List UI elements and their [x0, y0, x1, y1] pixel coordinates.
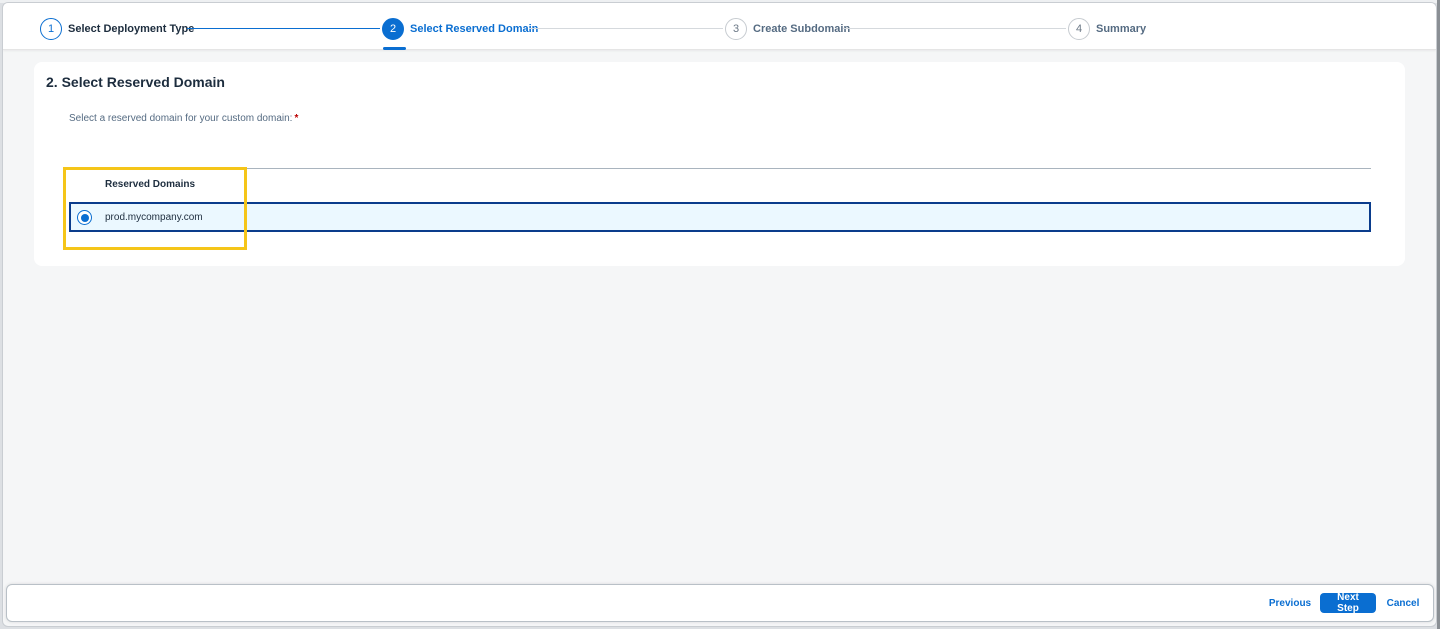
step-4-number: 4	[1068, 18, 1090, 40]
step-1-number: 1	[40, 18, 62, 40]
step-content-card: 2. Select Reserved Domain Select a reser…	[34, 62, 1405, 266]
step-4-label: Summary	[1096, 23, 1147, 35]
radio-selected-dot	[80, 213, 89, 222]
step-connector-3	[843, 28, 1066, 29]
wizard-progress-bar: 1 Select Deployment Type 2 Select Reserv…	[3, 3, 1436, 50]
next-step-button[interactable]: Next Step	[1320, 592, 1376, 614]
previous-button[interactable]: Previous	[1267, 593, 1313, 613]
cancel-button[interactable]: Cancel	[1383, 593, 1423, 613]
wizard-dialog: 1 Select Deployment Type 2 Select Reserv…	[2, 2, 1437, 627]
wizard-step-1[interactable]: 1 Select Deployment Type	[40, 17, 194, 41]
wizard-step-3[interactable]: 3 Create Subdomain	[725, 17, 850, 41]
column-header-reserved-domains: Reserved Domains	[105, 179, 196, 190]
active-step-indicator	[383, 47, 406, 50]
reserved-domain-value: prod.mycompany.com	[105, 212, 203, 223]
required-marker: *	[294, 113, 299, 124]
step-1-label: Select Deployment Type	[68, 23, 195, 35]
wizard-footer-toolbar: Previous Next Step Cancel	[6, 584, 1434, 622]
row-radio-button[interactable]	[77, 210, 92, 225]
step-2-label: Select Reserved Domain	[410, 23, 539, 35]
step-connector-2	[529, 28, 723, 29]
step-3-number: 3	[725, 18, 747, 40]
step-connector-1	[187, 28, 380, 29]
reserved-domain-field-label: Select a reserved domain for your custom…	[69, 113, 298, 124]
table-top-divider	[69, 168, 1371, 169]
step-2-number: 2	[382, 18, 404, 40]
step-3-label: Create Subdomain	[753, 23, 851, 35]
page-title: 2. Select Reserved Domain	[46, 74, 225, 90]
table-row[interactable]: prod.mycompany.com	[69, 202, 1371, 232]
wizard-step-2[interactable]: 2 Select Reserved Domain	[382, 17, 538, 41]
field-label-text: Select a reserved domain for your custom…	[69, 113, 293, 124]
wizard-step-4[interactable]: 4 Summary	[1068, 17, 1146, 41]
